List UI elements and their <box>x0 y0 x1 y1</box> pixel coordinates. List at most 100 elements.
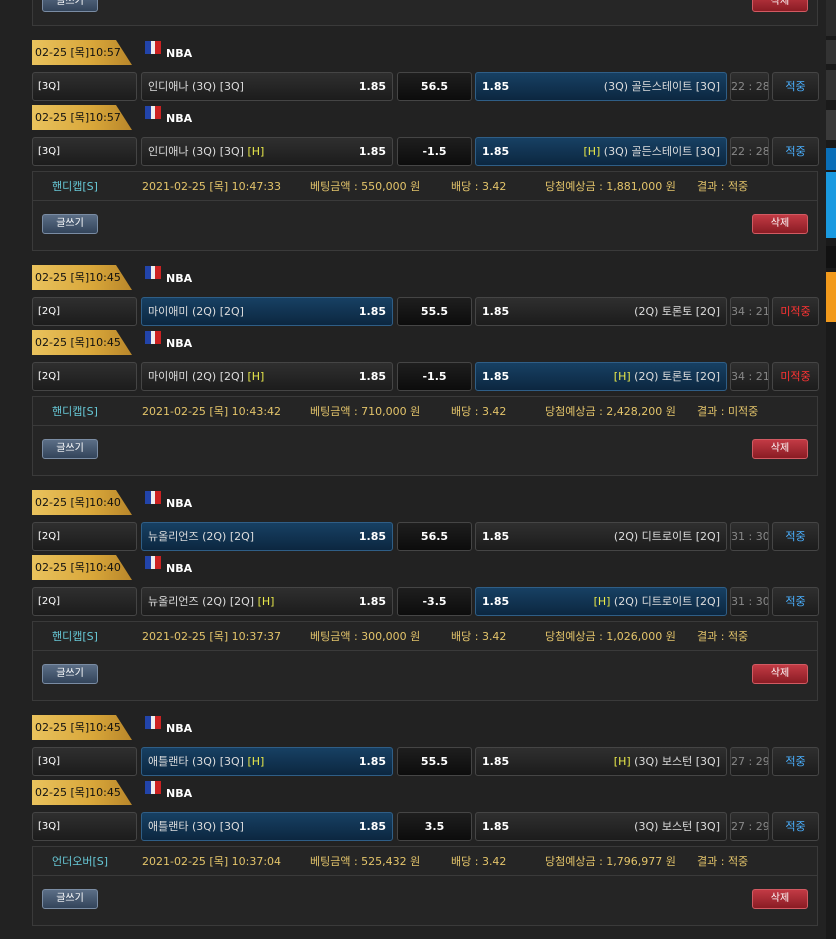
game-row: [2Q] 마이애미 (2Q) [2Q] 1.85 55.5 1.85 (2Q) … <box>0 297 836 326</box>
league-name: NBA <box>166 272 193 285</box>
bet-amount: 베팅금액 : 710,000 원 <box>310 405 421 418</box>
write-button[interactable]: 글쓰기 <box>42 439 98 459</box>
away-team-cell[interactable]: 1.85 (2Q) 디트로이트 [2Q] <box>475 522 727 551</box>
home-odd: 1.85 <box>358 370 386 383</box>
delete-button[interactable]: 삭제 <box>752 0 808 12</box>
bet-summary: 핸디캡[S] 2021-02-25 [목] 10:43:42 베팅금액 : 71… <box>32 396 818 476</box>
line-cell: 56.5 <box>397 522 472 551</box>
home-team-cell[interactable]: 마이애미 (2Q) [2Q] [H] 1.85 <box>141 362 393 391</box>
home-team-cell[interactable]: 인디애나 (3Q) [3Q] 1.85 <box>141 72 393 101</box>
bet-rate: 배당 : 3.42 <box>451 630 507 643</box>
away-team-cell[interactable]: 1.85 [H] (2Q) 디트로이트 [2Q] <box>475 587 727 616</box>
away-team-name: (3Q) 보스턴 [3Q] <box>634 820 720 833</box>
write-button[interactable]: 글쓰기 <box>42 0 98 12</box>
bet-block: 02-25 [목]10:45 NBA [2Q] 마이애미 (2Q) [2Q] 1… <box>0 265 836 476</box>
previous-bet-summary: 글쓰기 삭제 <box>32 0 818 26</box>
home-team-cell[interactable]: 애틀랜타 (3Q) [3Q] [H] 1.85 <box>141 747 393 776</box>
away-team-cell[interactable]: 1.85 [H] (3Q) 보스턴 [3Q] <box>475 747 727 776</box>
game-date: 02-25 [목]10:40 <box>32 490 132 515</box>
bet-outcome: 결과 : 적중 <box>697 180 749 193</box>
result-cell: 적중 <box>772 137 819 166</box>
away-odd: 1.85 <box>482 145 510 158</box>
result-cell: 미적중 <box>772 297 819 326</box>
home-odd: 1.85 <box>358 755 386 768</box>
delete-button[interactable]: 삭제 <box>752 214 808 234</box>
handicap-mark: [H] <box>613 370 631 383</box>
bet-outcome: 결과 : 적중 <box>697 855 749 868</box>
game-row: [2Q] 뉴올리언즈 (2Q) [2Q] [H] 1.85 -3.5 1.85 … <box>0 587 836 616</box>
score-cell: 27 : 29 <box>730 747 769 776</box>
bet-summary: 언더오버[S] 2021-02-25 [목] 10:37:04 베팅금액 : 5… <box>32 846 818 926</box>
away-team-name: (3Q) 보스턴 [3Q] <box>634 755 720 768</box>
line-cell: -1.5 <box>397 362 472 391</box>
delete-button[interactable]: 삭제 <box>752 439 808 459</box>
game-date: 02-25 [목]10:40 <box>32 555 132 580</box>
home-team-name: 인디애나 (3Q) [3Q] <box>148 145 244 158</box>
write-button[interactable]: 글쓰기 <box>42 664 98 684</box>
league-name: NBA <box>166 722 193 735</box>
home-team-name: 뉴올리언즈 (2Q) [2Q] <box>148 530 255 543</box>
result-cell: 적중 <box>772 587 819 616</box>
line-cell: -3.5 <box>397 587 472 616</box>
game-date: 02-25 [목]10:45 <box>32 330 132 355</box>
away-odd: 1.85 <box>482 530 510 543</box>
home-team-cell[interactable]: 뉴올리언즈 (2Q) [2Q] [H] 1.85 <box>141 587 393 616</box>
right-side-panel <box>826 0 836 939</box>
away-team-cell[interactable]: 1.85 [H] (3Q) 골든스테이트 [3Q] <box>475 137 727 166</box>
delete-button[interactable]: 삭제 <box>752 889 808 909</box>
bet-block: 02-25 [목]10:40 NBA [2Q] 뉴올리언즈 (2Q) [2Q] … <box>0 490 836 701</box>
expected-payout: 당첨예상금 : 2,428,200 원 <box>545 405 676 418</box>
period-cell: [3Q] <box>32 72 137 101</box>
home-team-cell[interactable]: 인디애나 (3Q) [3Q] [H] 1.85 <box>141 137 393 166</box>
home-team-cell[interactable]: 뉴올리언즈 (2Q) [2Q] 1.85 <box>141 522 393 551</box>
home-team-cell[interactable]: 애틀랜타 (3Q) [3Q] 1.85 <box>141 812 393 841</box>
line-cell: -1.5 <box>397 137 472 166</box>
result-cell: 적중 <box>772 747 819 776</box>
away-team-cell[interactable]: 1.85 (2Q) 토론토 [2Q] <box>475 297 727 326</box>
league-name: NBA <box>166 562 193 575</box>
bet-block: 02-25 [목]10:57 NBA [3Q] 인디애나 (3Q) [3Q] 1… <box>0 40 836 251</box>
handicap-mark: [H] <box>247 370 265 383</box>
home-team-name: 마이애미 (2Q) [2Q] <box>148 370 244 383</box>
period-cell: [2Q] <box>32 362 137 391</box>
expected-payout: 당첨예상금 : 1,881,000 원 <box>545 180 676 193</box>
line-cell: 56.5 <box>397 72 472 101</box>
game-entry: 02-25 [목]10:57 NBA [3Q] 인디애나 (3Q) [3Q] 1… <box>0 40 836 105</box>
usa-flag-icon <box>145 41 161 54</box>
score-cell: 27 : 29 <box>730 812 769 841</box>
away-odd: 1.85 <box>482 370 510 383</box>
write-button[interactable]: 글쓰기 <box>42 889 98 909</box>
write-button[interactable]: 글쓰기 <box>42 214 98 234</box>
game-row: [3Q] 애틀랜타 (3Q) [3Q] 1.85 3.5 1.85 (3Q) 보… <box>0 812 836 841</box>
league-name: NBA <box>166 112 193 125</box>
bet-amount: 베팅금액 : 300,000 원 <box>310 630 421 643</box>
game-row: [2Q] 마이애미 (2Q) [2Q] [H] 1.85 -1.5 1.85 [… <box>0 362 836 391</box>
away-team-cell[interactable]: 1.85 (3Q) 보스턴 [3Q] <box>475 812 727 841</box>
home-odd: 1.85 <box>358 820 386 833</box>
period-cell: [3Q] <box>32 747 137 776</box>
game-date: 02-25 [목]10:57 <box>32 40 132 65</box>
bet-type: 핸디캡[S] <box>52 180 98 193</box>
game-entry: 02-25 [목]10:45 NBA [3Q] 애틀랜타 (3Q) [3Q] [… <box>0 715 836 780</box>
home-odd: 1.85 <box>358 595 386 608</box>
usa-flag-icon <box>145 716 161 729</box>
away-team-name: (3Q) 골든스테이트 [3Q] <box>603 80 720 93</box>
handicap-mark: [H] <box>613 755 631 768</box>
game-row: [3Q] 애틀랜타 (3Q) [3Q] [H] 1.85 55.5 1.85 [… <box>0 747 836 776</box>
usa-flag-icon <box>145 331 161 344</box>
away-team-cell[interactable]: 1.85 (3Q) 골든스테이트 [3Q] <box>475 72 727 101</box>
game-row: [2Q] 뉴올리언즈 (2Q) [2Q] 1.85 56.5 1.85 (2Q)… <box>0 522 836 551</box>
home-team-cell[interactable]: 마이애미 (2Q) [2Q] 1.85 <box>141 297 393 326</box>
home-odd: 1.85 <box>358 305 386 318</box>
usa-flag-icon <box>145 781 161 794</box>
away-odd: 1.85 <box>482 595 510 608</box>
result-cell: 미적중 <box>772 362 819 391</box>
period-cell: [2Q] <box>32 522 137 551</box>
away-team-cell[interactable]: 1.85 [H] (2Q) 토론토 [2Q] <box>475 362 727 391</box>
game-entry: 02-25 [목]10:40 NBA [2Q] 뉴올리언즈 (2Q) [2Q] … <box>0 490 836 555</box>
delete-button[interactable]: 삭제 <box>752 664 808 684</box>
league-name: NBA <box>166 497 193 510</box>
line-cell: 55.5 <box>397 297 472 326</box>
score-cell: 34 : 21 <box>730 362 769 391</box>
game-date: 02-25 [목]10:57 <box>32 105 132 130</box>
